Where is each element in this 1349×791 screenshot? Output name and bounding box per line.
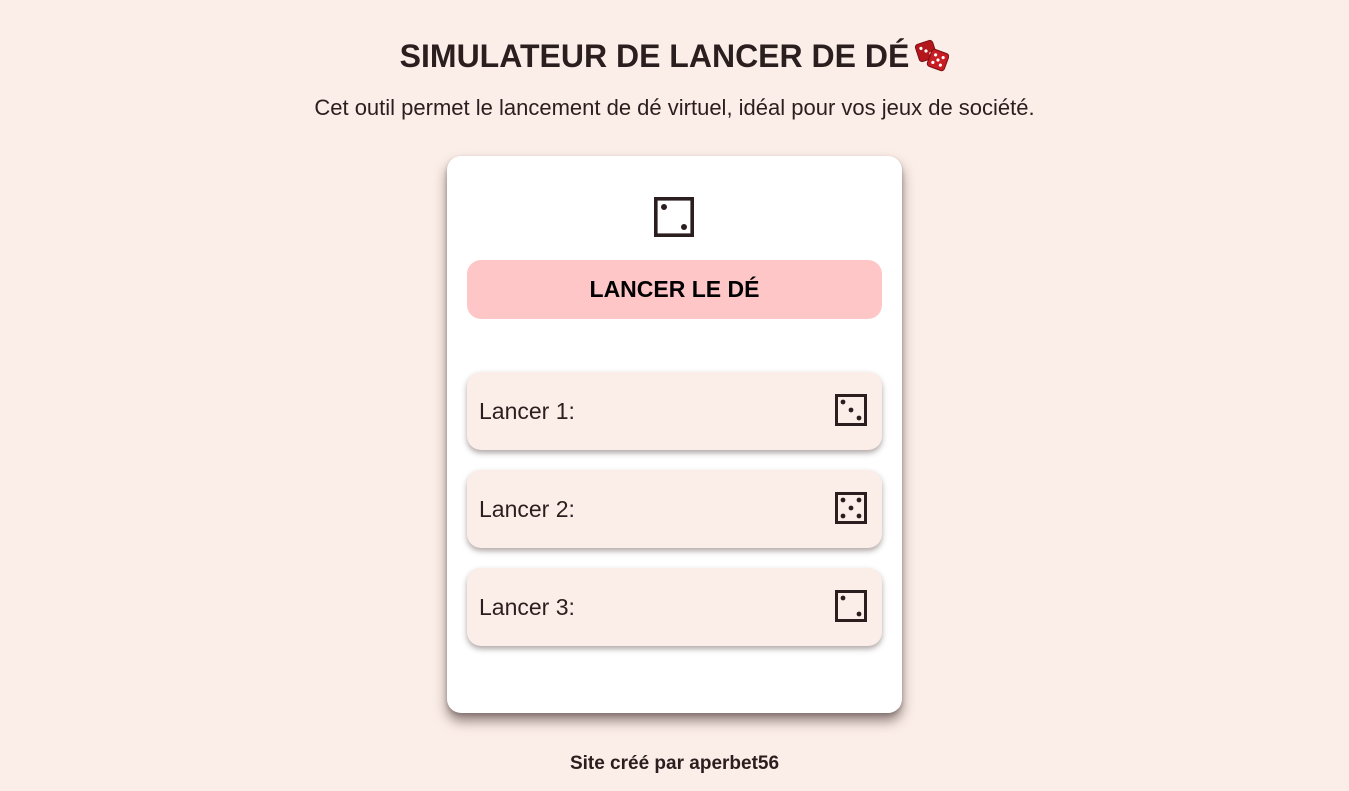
die-pip bbox=[840, 595, 846, 601]
die-pip bbox=[681, 224, 687, 230]
die-pip bbox=[848, 407, 854, 413]
die-outline bbox=[654, 197, 694, 237]
history-label: Lancer 1: bbox=[479, 398, 575, 424]
history-item-1: Lancer 1: bbox=[467, 372, 882, 450]
footer-credit: Site créé par aperbet56 bbox=[569, 753, 780, 774]
die-pip bbox=[661, 204, 667, 210]
die-pip bbox=[848, 505, 854, 511]
game-die-icon bbox=[915, 38, 950, 72]
dice-card: LANCER LE DÉ Lancer 1: Lancer 2: Lancer … bbox=[447, 156, 902, 713]
current-die-icon bbox=[654, 197, 694, 237]
page-title-text: SIMULATEUR DE LANCER DE DÉ bbox=[399, 38, 910, 74]
history-item-2: Lancer 2: bbox=[467, 470, 882, 548]
die-pip bbox=[856, 415, 862, 421]
die-pip bbox=[856, 513, 862, 519]
page: SIMULATEUR DE LANCER DE DÉ Cet outil per… bbox=[0, 0, 1349, 791]
page-title: SIMULATEUR DE LANCER DE DÉ bbox=[0, 36, 1349, 76]
die-pip bbox=[840, 513, 846, 519]
history-label: Lancer 3: bbox=[479, 594, 575, 620]
die-pip bbox=[856, 611, 862, 617]
die-pip bbox=[840, 497, 846, 503]
history-label: Lancer 2: bbox=[479, 496, 575, 522]
die-pip bbox=[856, 497, 862, 503]
die-outline bbox=[835, 590, 867, 622]
die-pip bbox=[840, 399, 846, 405]
history-item-3: Lancer 3: bbox=[467, 568, 882, 646]
die-face-icon bbox=[835, 394, 867, 426]
die-face-icon bbox=[835, 590, 867, 622]
page-subtitle: Cet outil permet le lancement de dé virt… bbox=[314, 95, 1035, 120]
roll-die-button[interactable]: LANCER LE DÉ bbox=[467, 260, 882, 319]
die-face-icon bbox=[835, 492, 867, 524]
